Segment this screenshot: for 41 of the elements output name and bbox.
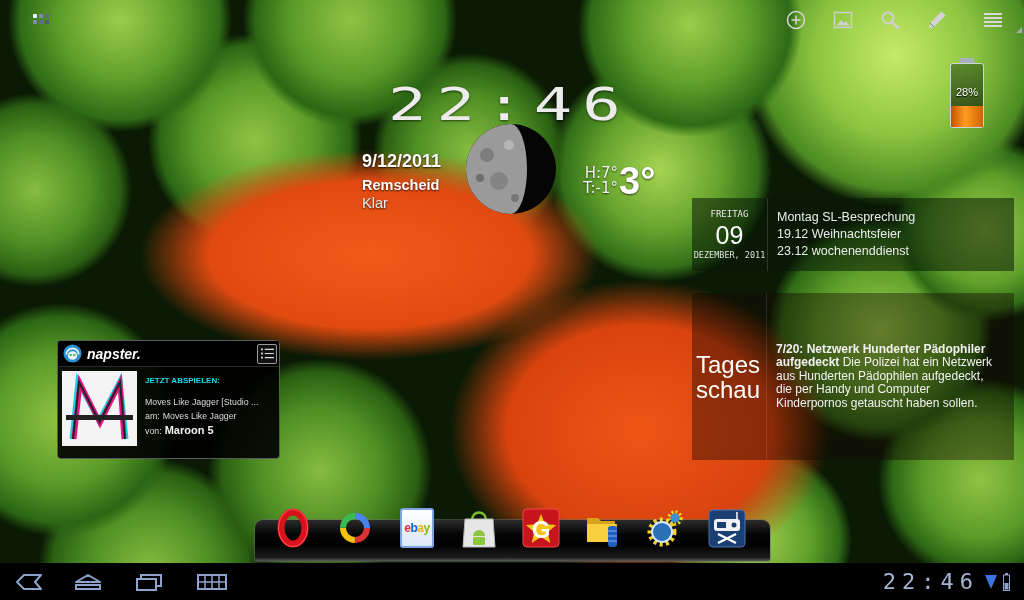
weather-condition: Klar bbox=[362, 194, 389, 212]
brand-name: napster. bbox=[87, 345, 141, 362]
album-name: Moves Like Jagger bbox=[162, 410, 237, 423]
city-name: Remscheid bbox=[362, 176, 441, 194]
day-number: 09 bbox=[715, 222, 744, 248]
grid-icon[interactable] bbox=[197, 573, 227, 590]
weekday-label: FREITAG bbox=[710, 208, 749, 220]
artist-label: von: bbox=[145, 425, 162, 438]
calendar-event: 19.12 Weihnachtsfeier bbox=[777, 226, 903, 243]
calendar-event: 23.12 wochenenddienst bbox=[777, 243, 911, 260]
headphones-cat-icon bbox=[63, 344, 82, 363]
add-icon[interactable] bbox=[786, 10, 806, 30]
signal-triangle-icon[interactable] bbox=[985, 573, 997, 590]
now-playing-heading: JETZT ABSPIELEN: bbox=[145, 375, 221, 386]
news-source-logo: Tages schau bbox=[696, 351, 762, 402]
calendar-widget[interactable]: FREITAG 09 DEZEMBER, 2011 Montag SL-Besprechung 19.12 Weihnachtsfeier 23.12 wochenenddienst bbox=[692, 198, 1014, 271]
gears-icon[interactable] bbox=[646, 508, 684, 548]
album-label: am: bbox=[145, 410, 160, 423]
battery-icon[interactable] bbox=[1003, 572, 1010, 591]
current-temperature: 3° bbox=[619, 162, 656, 200]
moon-icon bbox=[465, 123, 557, 215]
recent-apps-icon[interactable] bbox=[135, 572, 163, 591]
clock-time: 22:46 bbox=[388, 83, 631, 127]
month-year-label: DEZEMBER, 2011 bbox=[693, 250, 766, 261]
status-clock[interactable]: 22:46 bbox=[882, 569, 979, 594]
date-text: 9/12/2011 bbox=[362, 150, 442, 172]
song-title: Moves Like Jagger [Studio ... bbox=[145, 396, 259, 409]
apps-grid-icon[interactable] bbox=[33, 14, 49, 24]
playlist-button[interactable] bbox=[257, 343, 277, 364]
high-temperature: H:7° bbox=[584, 166, 619, 181]
news-text: 7/20: Netzwerk Hunderter Pädophiler aufgedeckt Die Polizei hat ein Netzwerk aus Hunderten Pädophilen aufgedeckt, die per Handy und Computer Kinderpornos getauscht haben sollen. bbox=[776, 342, 994, 411]
artist-name: Maroon 5 bbox=[164, 423, 214, 437]
back-icon[interactable] bbox=[15, 572, 43, 591]
battery-percent: 28% bbox=[955, 85, 979, 99]
list-icon bbox=[260, 348, 274, 359]
low-temperature: T:-1° bbox=[583, 181, 619, 196]
calendar-event: Montag SL-Besprechung bbox=[777, 209, 916, 226]
shopping-bag-icon[interactable] bbox=[460, 508, 498, 548]
ebay-logo[interactable]: ebay bbox=[400, 508, 434, 548]
radio-icon[interactable] bbox=[708, 508, 746, 548]
home-icon[interactable] bbox=[73, 572, 103, 591]
